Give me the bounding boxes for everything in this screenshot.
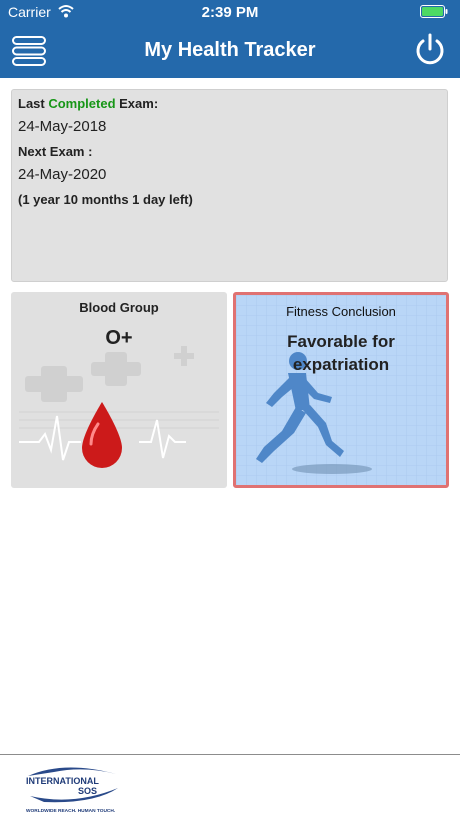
header: Carrier 2:39 PM My Health Tracker (0, 0, 460, 78)
page-title: My Health Tracker (144, 39, 316, 61)
logo-line2: SOS (78, 786, 97, 796)
completed-label: Completed (48, 96, 116, 111)
power-icon[interactable] (414, 33, 446, 67)
last-exam-label-suffix: Exam: (115, 96, 159, 111)
fitness-conclusion-title: Fitness Conclusion (286, 304, 396, 319)
last-exam-date: 24-May-2018 (18, 118, 107, 135)
international-sos-logo: INTERNATIONAL SOS WORLDWIDE REACH. HUMAN… (26, 767, 118, 814)
last-exam-label: Last Completed Exam: (18, 96, 441, 111)
footer-divider (0, 754, 460, 755)
next-exam-label: Next Exam : (18, 144, 93, 159)
logo-tagline: WORLDWIDE REACH. HUMAN TOUCH. (26, 808, 115, 814)
blood-group-title: Blood Group (79, 300, 159, 315)
battery-icon (420, 5, 448, 18)
nav-bar: My Health Tracker (0, 24, 460, 78)
status-bar: Carrier 2:39 PM (0, 0, 460, 24)
status-time: 2:39 PM (201, 4, 259, 21)
blood-group-tile[interactable]: Blood Group O+ (11, 292, 227, 488)
blood-group-value: O+ (105, 327, 133, 349)
logo-line1: INTERNATIONAL (26, 776, 99, 786)
blood-drop-icon (82, 402, 122, 468)
fitness-conclusion-value: Favorable for expatriation (287, 332, 395, 374)
app-screen: Carrier 2:39 PM My Health Tracker Last C… (0, 0, 460, 818)
next-exam-date: 24-May-2020 (18, 166, 107, 183)
time-left-label: (1 year 10 months 1 day left) (18, 192, 193, 207)
fitness-conclusion-tile[interactable]: Fitness Conclusion Favorable for expatri… (233, 292, 449, 488)
last-exam-label-prefix: Last (18, 96, 49, 111)
exam-card: Last Completed Exam: 24-May-2018 Next Ex… (11, 89, 448, 282)
